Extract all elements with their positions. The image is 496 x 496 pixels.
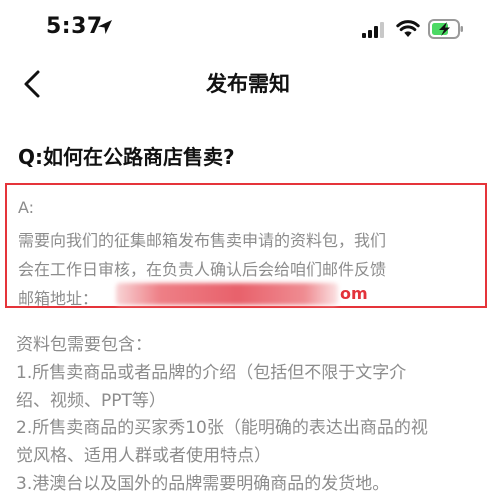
status-bar: 5:37: [0, 0, 496, 58]
answer-line: 需要向我们的征集邮箱发布售卖申请的资料包，我们: [18, 231, 387, 250]
requirement-line: 2.所售卖商品的买家秀10张（能明确的表达出商品的视: [16, 418, 428, 438]
location-arrow-icon: [98, 20, 112, 34]
requirement-line: 绍、视频、PPT等）: [16, 391, 166, 411]
requirements-heading: 资料包需要包含：: [16, 335, 152, 355]
answer-label: A:: [18, 198, 35, 217]
redacted-email: [116, 283, 338, 305]
battery-charging-icon: [428, 19, 463, 39]
status-time: 5:37: [46, 14, 103, 39]
nav-bar: 发布需知: [0, 60, 496, 106]
email-suffix: om: [340, 284, 368, 303]
faq-question: Q:如何在公路商店售卖?: [18, 145, 235, 169]
requirement-line: 觉风格、适用人群或者使用特点）: [16, 446, 271, 466]
requirement-line: 3.港澳台以及国外的品牌需要明确商品的发货地。: [16, 474, 390, 494]
answer-line: 会在工作日审核，在负责人确认后会给咱们邮件反馈: [18, 260, 387, 279]
signal-icon: [362, 22, 384, 38]
answer-line: 邮箱地址：: [18, 289, 99, 308]
wifi-icon: [396, 20, 420, 37]
page-title: 发布需知: [206, 72, 290, 96]
requirement-line: 1.所售卖商品或者品牌的介绍（包括但不限于文字介: [16, 363, 407, 383]
